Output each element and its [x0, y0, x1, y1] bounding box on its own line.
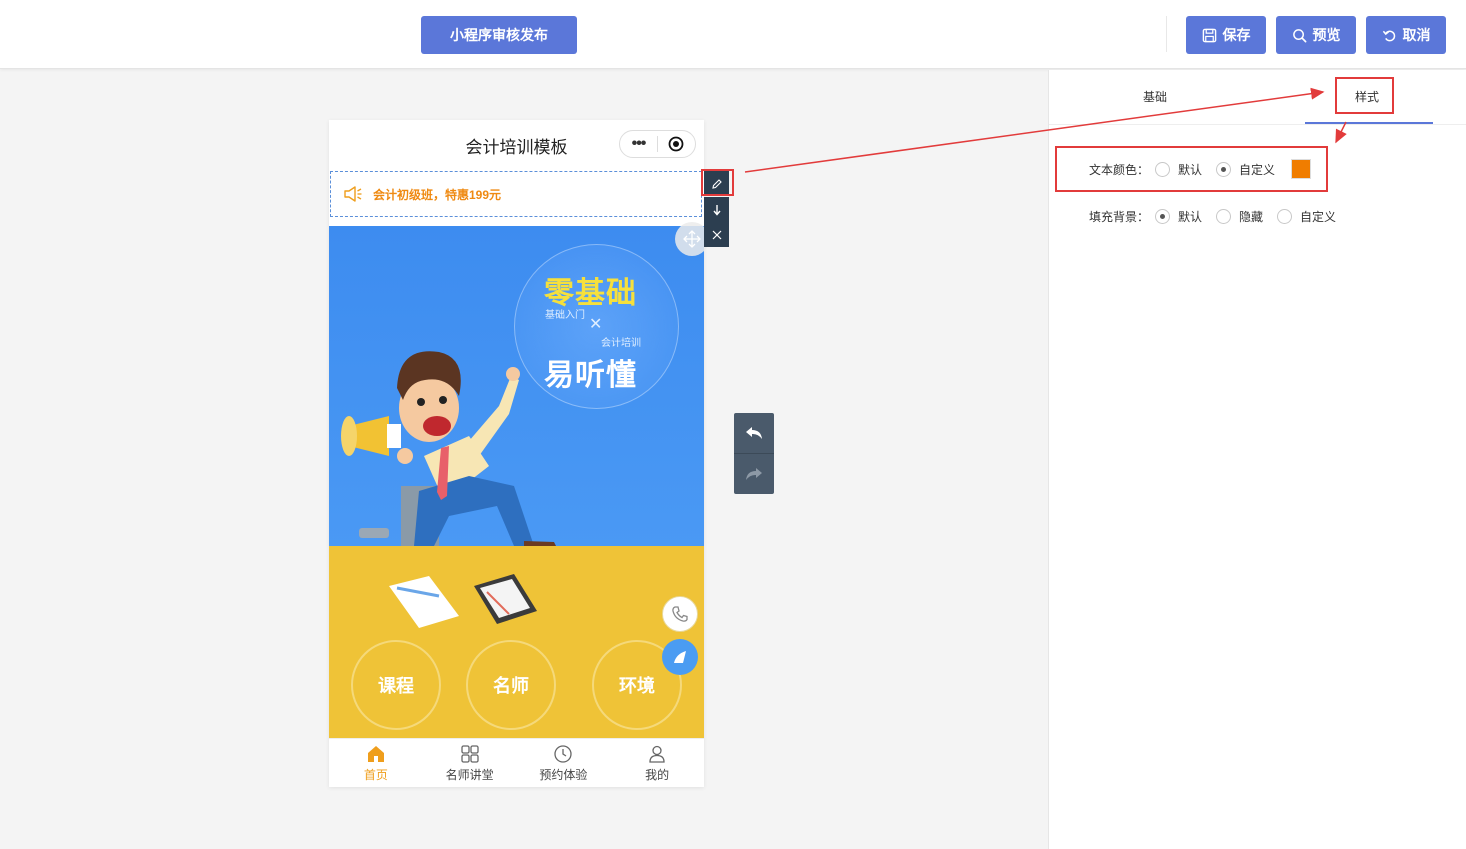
arrow-down-icon [712, 204, 721, 216]
home-icon [367, 745, 384, 762]
toolbar-divider [1166, 16, 1167, 52]
user-icon [649, 745, 665, 763]
move-down-button[interactable] [704, 197, 729, 222]
cancel-label: 取消 [1402, 27, 1431, 43]
radio-label: 自定义 [1300, 210, 1337, 224]
close-icon [712, 230, 721, 239]
tab-basic[interactable]: 基础 [1143, 88, 1167, 105]
fill-background-label: 填充背景： [1089, 210, 1150, 224]
radio-checked-icon [1155, 209, 1170, 224]
highlight-edit-button [701, 169, 734, 196]
menu-course-label: 课程 [378, 676, 414, 696]
redo-button[interactable] [734, 454, 774, 494]
save-icon [1202, 28, 1216, 42]
phone-call-button[interactable] [662, 596, 698, 632]
radio-circle-icon [1277, 209, 1293, 224]
banner-cross: ✕ [589, 316, 603, 333]
active-tab-indicator [1305, 122, 1433, 124]
tab-booking[interactable]: 预约体验 [517, 739, 611, 787]
phone-preview: 会计培训模板 ••• 会计初级班，特惠199元 零基础 基础入门 ✕ 会计培训 … [329, 120, 704, 787]
tab-teachers-label: 名师讲堂 [445, 767, 494, 782]
preview-button[interactable]: 预览 [1276, 16, 1356, 54]
grid-icon [460, 744, 479, 763]
bottom-tabbar: 首页 名师讲堂 预约体验 我的 [329, 738, 704, 787]
menu-course[interactable]: 课程 [351, 640, 441, 730]
share-icon [674, 651, 686, 663]
delete-component-button[interactable] [704, 222, 729, 247]
top-bar: 小程序审核发布 保存 预览 取消 [0, 0, 1466, 69]
redo-arrow-icon [746, 468, 762, 480]
menu-section: 课程 名师 环境 [329, 546, 704, 738]
more-icon[interactable]: ••• [620, 135, 657, 153]
fill-background-row: 填充背景： 默认 隐藏 自定义 [1089, 208, 1350, 225]
preview-label: 预览 [1312, 27, 1341, 43]
notice-bar[interactable]: 会计初级班，特惠199元 [330, 171, 702, 217]
cartoon-teacher-illustration [341, 351, 556, 546]
search-icon [1292, 28, 1306, 42]
highlight-style-tab [1335, 77, 1394, 114]
save-label: 保存 [1222, 27, 1251, 43]
tab-home[interactable]: 首页 [329, 739, 423, 787]
menu-teachers[interactable]: 名师 [466, 640, 556, 730]
megaphone-icon [344, 186, 362, 202]
publish-review-button[interactable]: 小程序审核发布 [421, 16, 577, 54]
papers-illustration [389, 574, 537, 628]
tab-home-label: 首页 [363, 767, 388, 782]
tab-mine-label: 我的 [645, 767, 670, 782]
tab-teachers[interactable]: 名师讲堂 [423, 739, 517, 787]
menu-teachers-label: 名师 [493, 676, 529, 696]
menu-environment-label: 环境 [619, 676, 655, 696]
tab-booking-label: 预约体验 [539, 767, 588, 782]
phone-icon [672, 606, 688, 622]
tab-mine[interactable]: 我的 [610, 739, 704, 787]
radio-label: 默认 [1178, 210, 1203, 224]
fill-custom-radio[interactable]: 自定义 [1277, 208, 1336, 225]
radio-circle-icon [1216, 209, 1232, 224]
miniprogram-capsule[interactable]: ••• [619, 130, 696, 158]
fill-default-radio[interactable]: 默认 [1155, 208, 1202, 225]
banner-sub-2: 会计培训 [601, 338, 641, 349]
highlight-text-color [1055, 146, 1328, 192]
undo-icon [1382, 30, 1395, 41]
publish-review-label: 小程序审核发布 [450, 27, 548, 43]
banner-image[interactable]: 零基础 基础入门 ✕ 会计培训 易听懂 [329, 226, 704, 546]
fill-hidden-radio[interactable]: 隐藏 [1216, 208, 1263, 225]
cancel-button[interactable]: 取消 [1366, 16, 1446, 54]
history-controls [734, 413, 774, 494]
close-target-icon[interactable] [658, 136, 695, 152]
undo-arrow-icon [746, 427, 762, 439]
save-button[interactable]: 保存 [1186, 16, 1266, 54]
tab-baseline [1049, 124, 1466, 125]
clock-icon [554, 744, 573, 763]
undo-button[interactable] [734, 413, 774, 453]
radio-label: 隐藏 [1239, 210, 1264, 224]
notice-text: 会计初级班，特惠199元 [373, 187, 502, 202]
share-button[interactable] [662, 639, 698, 675]
